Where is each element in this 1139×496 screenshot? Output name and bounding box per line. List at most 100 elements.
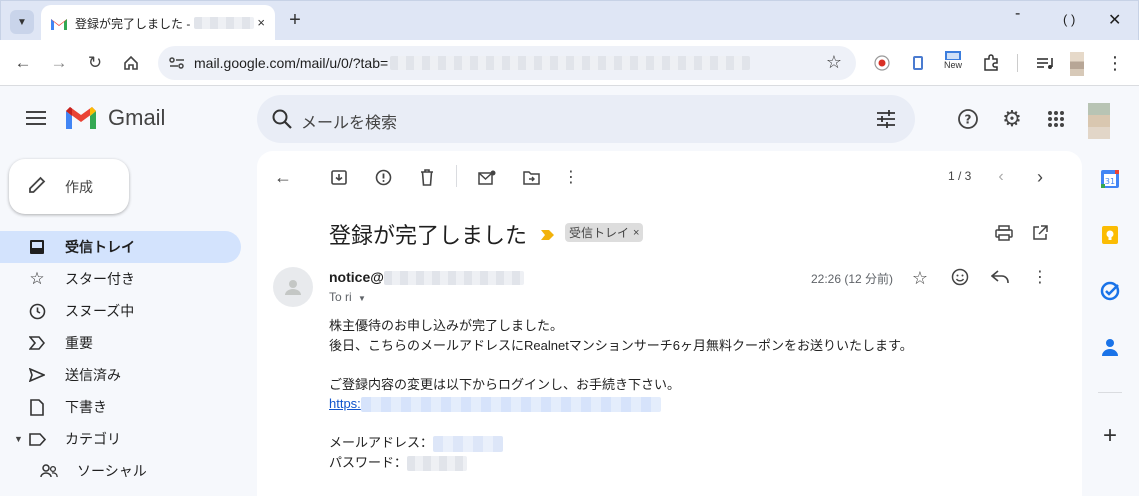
- account-avatar[interactable]: [1088, 103, 1110, 139]
- more-options-icon[interactable]: ⋮: [561, 167, 581, 187]
- gmail-logo-icon[interactable]: [66, 107, 96, 129]
- gmail-header: Gmail メールを検索 ? ⚙: [0, 87, 1139, 151]
- extensions-puzzle-icon[interactable]: [981, 53, 1001, 73]
- password-label: パスワード：: [329, 454, 408, 470]
- sidebar-item-snoozed[interactable]: スヌーズ中: [0, 295, 250, 327]
- sidebar-item-inbox[interactable]: 受信トレイ: [0, 231, 241, 263]
- draft-icon: [28, 398, 46, 416]
- sidebar-item-label: 重要: [65, 335, 93, 351]
- search-icon[interactable]: [271, 108, 293, 133]
- help-icon[interactable]: ?: [956, 107, 980, 131]
- message-more-icon[interactable]: ⋮: [1030, 267, 1050, 287]
- message-timestamp: 22:26 (12 分前): [811, 272, 894, 286]
- browser-menu-icon[interactable]: ⋮: [1105, 53, 1125, 73]
- reload-icon[interactable]: ↻: [84, 52, 106, 74]
- home-icon[interactable]: [120, 52, 142, 74]
- print-icon[interactable]: [994, 223, 1014, 243]
- redacted-sender: [383, 271, 524, 286]
- reply-icon[interactable]: [990, 267, 1010, 287]
- sidebar-item-important[interactable]: 重要: [0, 327, 250, 359]
- move-to-icon[interactable]: [521, 167, 541, 187]
- media-control-icon[interactable]: [1035, 53, 1055, 73]
- show-details-caret-icon[interactable]: ▼: [358, 294, 366, 303]
- new-badge: New: [943, 60, 962, 70]
- compose-button[interactable]: 作成: [9, 159, 129, 214]
- sidebar-item-label: 下書き: [65, 399, 107, 415]
- settings-gear-icon[interactable]: ⚙: [1000, 106, 1024, 131]
- maximize-icon[interactable]: ( ): [1063, 12, 1075, 27]
- message-pager: 1 / 3: [948, 169, 972, 183]
- people-icon: [40, 462, 58, 480]
- new-tab-button[interactable]: +: [285, 9, 305, 33]
- recipient-text: To ri: [329, 290, 352, 304]
- sidebar-item-sent[interactable]: 送信済み: [0, 359, 250, 391]
- main-menu-icon[interactable]: [26, 111, 46, 125]
- site-info-icon[interactable]: [168, 55, 186, 71]
- svg-text:?: ?: [965, 113, 972, 127]
- sender-avatar[interactable]: [273, 267, 313, 307]
- browser-tab[interactable]: 登録が完了しました - ×: [41, 5, 275, 41]
- delete-trash-icon[interactable]: [417, 167, 437, 187]
- add-addon-icon[interactable]: +: [1098, 422, 1122, 449]
- sidebar-item-social[interactable]: ソーシャル: [0, 455, 250, 487]
- newer-message-icon[interactable]: ‹: [991, 167, 1011, 187]
- contacts-app-icon[interactable]: [1098, 335, 1122, 359]
- close-window-icon[interactable]: ✕: [1108, 10, 1121, 30]
- archive-icon[interactable]: [329, 167, 349, 187]
- important-marker-icon[interactable]: [541, 228, 555, 243]
- minimize-icon[interactable]: ‐: [1015, 5, 1020, 23]
- expand-caret-icon[interactable]: ▼: [14, 434, 23, 444]
- report-spam-icon[interactable]: [373, 167, 393, 187]
- tab-close-icon[interactable]: ×: [257, 15, 265, 30]
- sidebar-item-starred[interactable]: ☆ スター付き: [0, 263, 250, 295]
- sidebar-item-label: スター付き: [65, 271, 135, 287]
- star-message-icon[interactable]: ☆: [910, 268, 930, 288]
- bookmark-star-icon[interactable]: ☆: [826, 52, 842, 73]
- tab-search-button[interactable]: ▼: [10, 10, 34, 34]
- body-blank-line: [329, 355, 913, 375]
- body-link-line: https:: [329, 394, 913, 414]
- clock-icon: [28, 302, 46, 320]
- url-text: mail.google.com/mail/u/0/?tab=: [194, 55, 389, 71]
- redacted-link: [360, 397, 661, 413]
- tasks-app-icon[interactable]: [1098, 279, 1122, 303]
- older-message-icon[interactable]: ›: [1030, 167, 1050, 187]
- clipboard-extension-icon[interactable]: [908, 53, 928, 73]
- emoji-reaction-icon[interactable]: [950, 267, 970, 287]
- sender-name[interactable]: notice@: [329, 269, 524, 286]
- keep-app-icon[interactable]: [1098, 223, 1122, 247]
- sidebar-item-label: 送信済み: [65, 367, 121, 383]
- redacted-password: [407, 455, 468, 471]
- send-icon: [28, 366, 46, 384]
- search-options-icon[interactable]: [875, 108, 897, 133]
- mark-unread-icon[interactable]: [477, 167, 497, 187]
- search-bar[interactable]: メールを検索: [257, 95, 915, 143]
- search-input[interactable]: メールを検索: [301, 109, 397, 133]
- open-in-new-window-icon[interactable]: [1030, 223, 1050, 243]
- address-bar[interactable]: mail.google.com/mail/u/0/?tab= ☆: [158, 46, 856, 80]
- sidebar-nav: 受信トレイ ☆ スター付き スヌーズ中 重要 送信済み 下書き ▼ カテゴリ ソ…: [0, 231, 250, 487]
- record-extension-icon[interactable]: [872, 53, 892, 73]
- profile-avatar[interactable]: [1070, 52, 1084, 76]
- back-to-inbox-icon[interactable]: ←: [273, 167, 293, 187]
- apps-grid-icon[interactable]: [1044, 107, 1068, 131]
- sidebar-item-label: スヌーズ中: [65, 303, 135, 319]
- forward-icon[interactable]: →: [48, 52, 70, 74]
- toolbar-divider: [1017, 54, 1018, 72]
- calendar-app-icon[interactable]: 31: [1098, 167, 1122, 191]
- redacted-tab-title: [194, 17, 255, 29]
- sidebar-item-drafts[interactable]: 下書き: [0, 391, 250, 423]
- recipients-line[interactable]: To ri ▼: [329, 290, 366, 304]
- sidebar-item-categories[interactable]: ▼ カテゴリ: [0, 423, 250, 455]
- gmail-brand[interactable]: Gmail: [108, 105, 165, 131]
- remove-label-icon[interactable]: ×: [633, 227, 639, 239]
- login-link[interactable]: https:: [329, 396, 361, 411]
- browser-toolbar: ← → ↻ mail.google.com/mail/u/0/?tab= ☆ N…: [0, 40, 1139, 86]
- new-extension-icon[interactable]: New: [943, 50, 963, 70]
- redacted-url: [390, 56, 751, 70]
- message-subject: 登録が完了しました: [329, 223, 528, 248]
- back-icon[interactable]: ←: [12, 52, 34, 74]
- body-blank-line: [329, 414, 913, 434]
- toolbar-divider: [456, 165, 457, 187]
- sender-address: notice@: [329, 269, 384, 285]
